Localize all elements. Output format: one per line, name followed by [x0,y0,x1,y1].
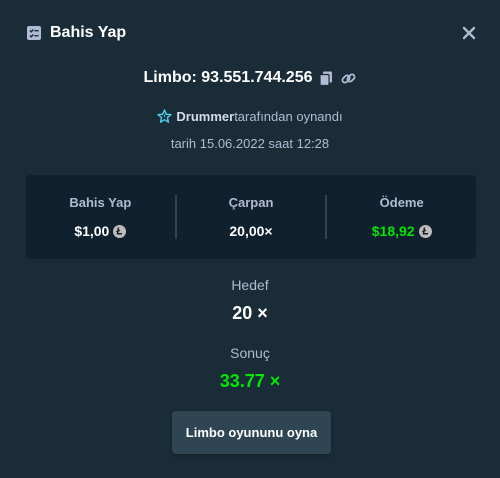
target-value: 20 × [232,303,268,323]
stat-bet: Bahis Yap $1,00 [26,195,175,239]
bet-date: tarih 15.06.2022 saat 12:28 [170,136,330,151]
link-icon[interactable] [340,70,356,86]
bet-details-modal: Bahis Yap Limbo: 93.551.744.256 Drummer … [0,0,500,478]
played-by-suffix: tarafından oynandı [234,108,343,124]
bet-stats-panel: Bahis Yap $1,00 Çarpan 20,00× Ödeme $18,… [26,175,476,259]
star-badge-icon [157,108,173,124]
stat-payout-amount: $18,92 [371,223,415,239]
stat-bet-value: $1,00 [74,223,127,239]
stat-payout-label: Ödeme [379,195,424,210]
litecoin-icon [113,224,127,238]
stat-payout: Ödeme $18,92 [325,195,476,239]
stat-multiplier-label: Çarpan [228,195,274,210]
game-id-row: Limbo: 93.551.744.256 [0,66,500,90]
stat-multiplier: Çarpan 20,00× [174,195,326,239]
play-limbo-button[interactable]: Limbo oyununu oyna [172,411,331,454]
copy-icon[interactable] [318,70,334,86]
stat-bet-label: Bahis Yap [69,195,132,210]
result-value: 33.77 × [219,371,281,391]
result-label: Sonuç [230,345,270,361]
litecoin-icon [418,224,432,238]
game-id: Limbo: 93.551.744.256 [143,69,313,86]
modal-header: Bahis Yap [0,0,500,66]
stat-multiplier-value: 20,00× [229,223,273,239]
stat-bet-amount: $1,00 [74,223,110,239]
close-icon[interactable] [460,24,478,42]
bet-slip-icon [26,25,42,41]
stat-payout-value: $18,92 [372,223,432,239]
modal-title: Bahis Yap [50,24,127,41]
played-by-row: Drummer tarafından oynandı [0,106,500,126]
target-label: Hedef [231,277,269,293]
player-name[interactable]: Drummer [176,109,234,124]
